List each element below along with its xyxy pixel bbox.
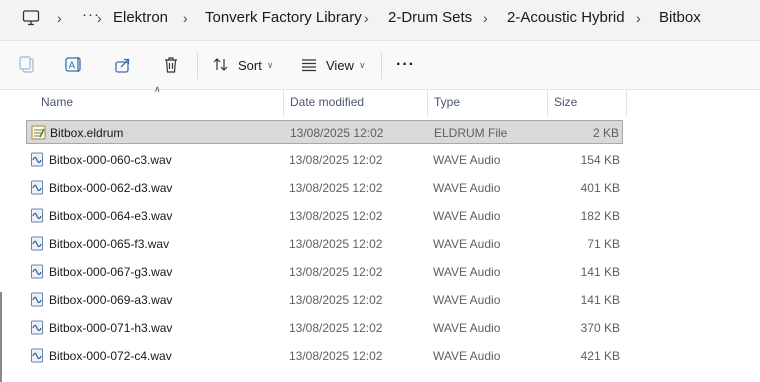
file-date-modified: 13/08/2025 12:02: [290, 126, 384, 140]
file-name: Bitbox-000-067-g3.wav: [49, 265, 173, 279]
file-row[interactable]: Bitbox-000-064-e3.wav 13/08/2025 12:02 W…: [26, 204, 623, 228]
command-bar: A Sort ∨ View ∨ ···: [0, 41, 760, 90]
file-date-modified: 13/08/2025 12:02: [289, 181, 383, 195]
chevron-right-icon[interactable]: ›: [483, 10, 488, 26]
chevron-right-icon[interactable]: ›: [636, 10, 641, 26]
file-size: 421 KB: [580, 349, 620, 363]
file-name: Bitbox-000-069-a3.wav: [49, 293, 173, 307]
file-name: Bitbox-000-064-e3.wav: [49, 209, 173, 223]
file-row[interactable]: Bitbox-000-071-h3.wav 13/08/2025 12:02 W…: [26, 316, 623, 340]
wave-audio-file-icon: [31, 208, 43, 223]
toolbar-divider: [381, 53, 382, 79]
wave-audio-file-icon: [31, 348, 43, 363]
file-type: WAVE Audio: [433, 321, 501, 335]
file-row[interactable]: Bitbox-000-062-d3.wav 13/08/2025 12:02 W…: [26, 176, 623, 200]
file-name: Bitbox-000-071-h3.wav: [49, 321, 173, 335]
file-type: WAVE Audio: [433, 265, 501, 279]
file-date-modified: 13/08/2025 12:02: [289, 209, 383, 223]
file-type: WAVE Audio: [433, 209, 501, 223]
wave-audio-file-icon: [31, 292, 43, 307]
column-header-date-modified[interactable]: Date modified: [283, 90, 427, 114]
column-header-size[interactable]: Size: [547, 90, 626, 114]
wave-audio-file-icon: [31, 236, 43, 251]
file-row[interactable]: Bitbox.eldrum 13/08/2025 12:02 ELDRUM Fi…: [26, 120, 623, 144]
navigation-pane-edge[interactable]: [0, 292, 2, 382]
wave-audio-file-icon: [31, 264, 43, 279]
breadcrumb-item-tonverk-factory-library[interactable]: Tonverk Factory Library: [205, 9, 362, 26]
file-size: 401 KB: [580, 181, 620, 195]
chevron-down-icon: ∨: [266, 59, 274, 70]
file-row[interactable]: Bitbox-000-065-f3.wav 13/08/2025 12:02 W…: [26, 232, 623, 256]
rename-icon[interactable]: A: [64, 55, 84, 75]
column-divider[interactable]: [626, 90, 627, 116]
view-button[interactable]: View ∨: [300, 51, 366, 79]
sort-button[interactable]: Sort ∨: [212, 51, 273, 79]
wave-audio-file-icon: [31, 152, 43, 167]
delete-icon[interactable]: [161, 55, 181, 75]
svg-text:A: A: [69, 61, 76, 72]
eldrum-file-icon: [31, 125, 46, 140]
address-bar[interactable]: › ··· › Elektron › Tonverk Factory Libra…: [0, 0, 760, 41]
copy-icon[interactable]: [17, 55, 37, 75]
file-type: WAVE Audio: [433, 237, 501, 251]
file-size: 141 KB: [580, 293, 620, 307]
view-icon: [302, 59, 316, 72]
file-name: Bitbox.eldrum: [50, 126, 124, 140]
file-type: WAVE Audio: [433, 293, 501, 307]
view-label: View: [326, 57, 354, 73]
file-name: Bitbox-000-072-c4.wav: [49, 349, 172, 363]
file-size: 370 KB: [580, 321, 620, 335]
this-pc-icon[interactable]: [22, 9, 40, 27]
sort-label: Sort: [238, 57, 262, 73]
file-type: WAVE Audio: [433, 181, 501, 195]
file-date-modified: 13/08/2025 12:02: [289, 321, 383, 335]
column-header-type[interactable]: Type: [427, 90, 547, 114]
file-row[interactable]: Bitbox-000-069-a3.wav 13/08/2025 12:02 W…: [26, 288, 623, 312]
file-size: 2 KB: [592, 126, 619, 140]
file-date-modified: 13/08/2025 12:02: [289, 237, 383, 251]
file-size: 141 KB: [580, 265, 620, 279]
file-date-modified: 13/08/2025 12:02: [289, 153, 383, 167]
file-size: 154 KB: [580, 153, 620, 167]
file-name: Bitbox-000-062-d3.wav: [49, 181, 173, 195]
wave-audio-file-icon: [31, 320, 43, 335]
chevron-right-icon[interactable]: ›: [364, 10, 369, 26]
chevron-right-icon[interactable]: ›: [97, 10, 102, 26]
file-size: 182 KB: [580, 209, 620, 223]
chevron-right-icon[interactable]: ›: [57, 10, 62, 26]
file-row[interactable]: Bitbox-000-072-c4.wav 13/08/2025 12:02 W…: [26, 344, 623, 368]
chevron-down-icon: ∨: [358, 59, 366, 70]
file-type: ELDRUM File: [434, 126, 508, 140]
file-type: WAVE Audio: [433, 349, 501, 363]
file-date-modified: 13/08/2025 12:02: [289, 265, 383, 279]
file-size: 71 KB: [587, 237, 620, 251]
breadcrumb-item-drum-sets[interactable]: 2-Drum Sets: [388, 9, 472, 26]
file-name: Bitbox-000-060-c3.wav: [49, 153, 172, 167]
share-icon[interactable]: [113, 55, 133, 75]
chevron-right-icon[interactable]: ›: [183, 10, 188, 26]
file-row[interactable]: Bitbox-000-060-c3.wav 13/08/2025 12:02 W…: [26, 148, 623, 172]
file-type: WAVE Audio: [433, 153, 501, 167]
wave-audio-file-icon: [31, 180, 43, 195]
file-row[interactable]: Bitbox-000-067-g3.wav 13/08/2025 12:02 W…: [26, 260, 623, 284]
breadcrumb-item-elektron[interactable]: Elektron: [113, 9, 168, 26]
more-options-button[interactable]: ···: [396, 51, 415, 79]
toolbar-divider: [197, 53, 198, 79]
breadcrumb-item-bitbox[interactable]: Bitbox: [659, 9, 701, 26]
file-date-modified: 13/08/2025 12:02: [289, 293, 383, 307]
sort-icon: [213, 58, 228, 71]
column-header-name[interactable]: Name: [34, 90, 284, 114]
file-name: Bitbox-000-065-f3.wav: [49, 237, 170, 251]
breadcrumb-item-acoustic-hybrid[interactable]: 2-Acoustic Hybrid: [507, 9, 625, 26]
file-date-modified: 13/08/2025 12:02: [289, 349, 383, 363]
